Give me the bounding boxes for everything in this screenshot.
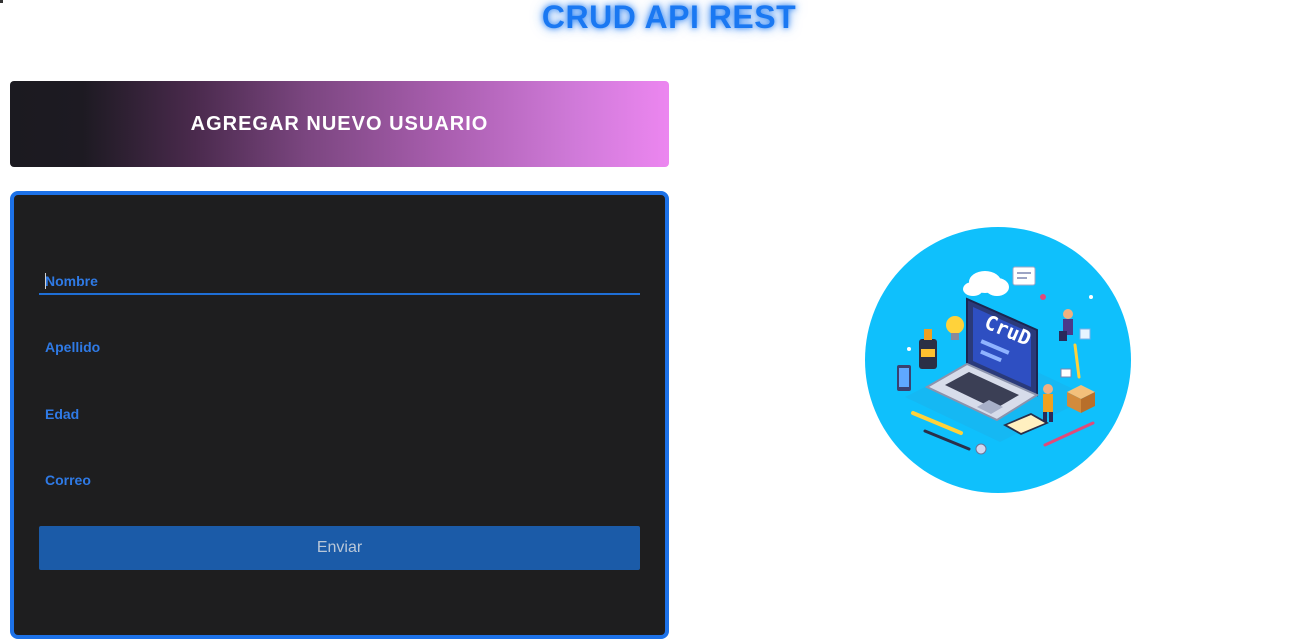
- first-name-field-wrapper: [39, 269, 640, 295]
- add-user-form: Enviar: [10, 191, 669, 639]
- submit-button[interactable]: Enviar: [39, 526, 640, 570]
- page-title: CRUD API REST: [541, 0, 797, 35]
- text-cursor: [45, 273, 46, 289]
- crud-laptop-illustration-icon: CruD: [865, 227, 1131, 493]
- last-name-field-wrapper: [39, 335, 640, 359]
- first-name-input[interactable]: [39, 269, 640, 293]
- section-banner: AGREGAR NUEVO USUARIO: [10, 81, 669, 167]
- email-field-wrapper: [39, 468, 640, 492]
- email-input[interactable]: [39, 468, 640, 492]
- age-field-wrapper: [39, 402, 640, 426]
- last-name-input[interactable]: [39, 335, 640, 359]
- banner-title: AGREGAR NUEVO USUARIO: [190, 112, 489, 135]
- age-input[interactable]: [39, 402, 640, 426]
